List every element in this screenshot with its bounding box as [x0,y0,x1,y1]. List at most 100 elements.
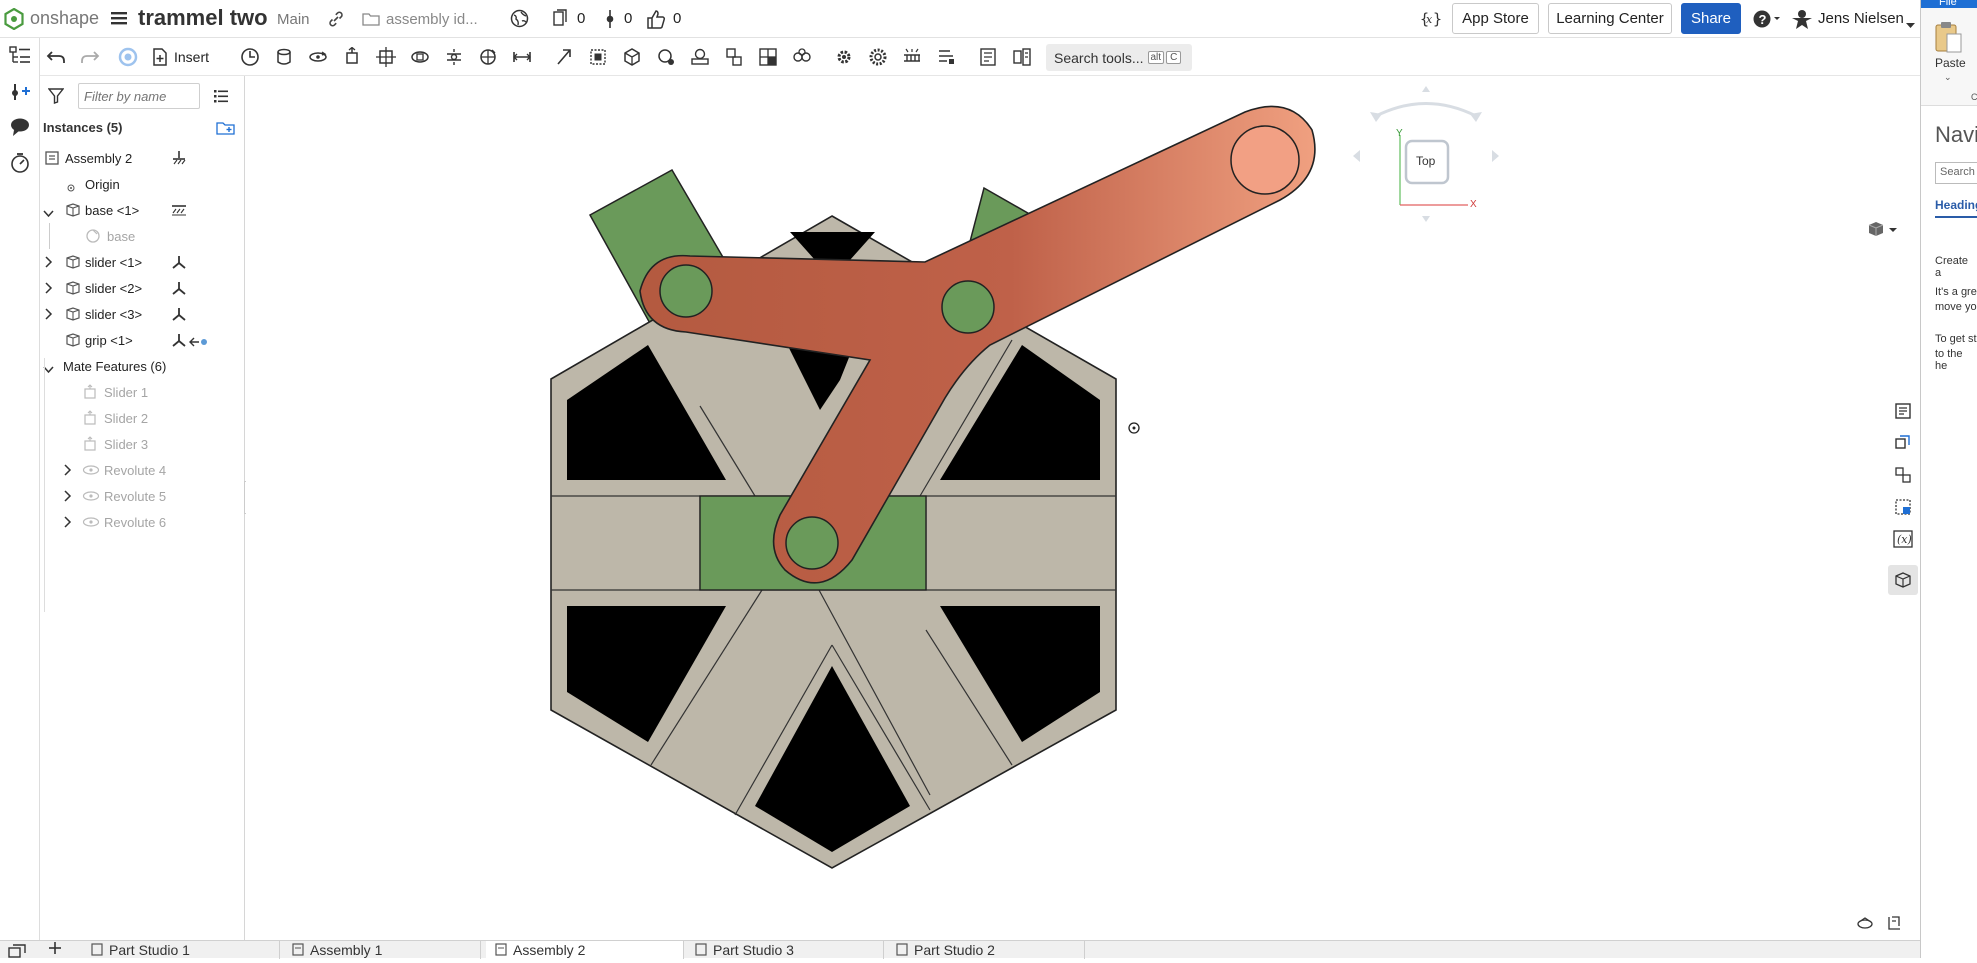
pin-center[interactable] [941,280,995,334]
undo-icon[interactable] [44,45,68,69]
named-views-icon[interactable] [1010,45,1034,69]
filter-icon[interactable] [47,88,65,109]
assembly-model[interactable] [246,76,1920,940]
measure-icon[interactable] [900,45,924,69]
tab-assembly-2[interactable]: Assembly 2 [486,941,684,959]
mate-item-revolute-5[interactable]: Revolute 5 [40,483,245,509]
tab-assembly-1[interactable]: Assembly 1 [283,941,481,959]
versions-icon[interactable] [604,9,616,34]
filter-by-name-input[interactable] [78,83,200,109]
chevron-right-icon[interactable] [64,516,72,531]
tangent-mate-icon[interactable] [552,45,576,69]
measure-units-icon[interactable] [1886,915,1902,936]
rack-pinion-icon[interactable] [688,45,712,69]
branch-label[interactable]: Main [277,11,310,28]
appearance-icon[interactable] [1888,428,1918,458]
pin-slot-mate-icon[interactable] [442,45,466,69]
chevron-right-icon[interactable] [45,282,53,297]
onshape-logo-icon[interactable] [4,7,24,35]
tree-item-base[interactable]: base <1> [40,197,245,223]
document-path[interactable]: assembly id... [386,11,478,28]
tab-part-studio-1[interactable]: Part Studio 1 [82,941,280,959]
planar-mate-icon[interactable] [374,45,398,69]
pin-upper-left[interactable] [659,264,713,318]
feature-list-icon[interactable] [9,46,31,71]
list-view-icon[interactable] [213,88,229,109]
mate-connector-icon[interactable] [620,45,644,69]
learning-center-button[interactable]: Learning Center [1548,3,1672,34]
paste-dropdown-icon[interactable]: ⌄ [1944,72,1952,83]
paste-icon[interactable] [1933,20,1963,59]
view-cube[interactable]: Top Y X [1346,86,1506,226]
document-title[interactable]: trammel two [138,5,268,31]
tab-manager-icon[interactable] [8,944,26,963]
chevron-right-icon[interactable] [64,490,72,505]
cylindrical-mate-icon[interactable] [408,45,432,69]
settings-gear-icon[interactable] [832,45,856,69]
slider-mate-icon[interactable] [340,45,364,69]
share-button[interactable]: Share [1681,3,1741,34]
pin-lower[interactable] [785,516,839,570]
file-tab[interactable]: File [1939,0,1957,8]
add-mate-icon[interactable] [9,82,31,107]
globe-icon[interactable] [510,9,529,33]
mate-values-icon[interactable] [1888,492,1918,522]
mate-item-revolute-6[interactable]: Revolute 6 [40,509,245,535]
mate-item-revolute-4[interactable]: Revolute 4 [40,457,245,483]
bom-icon[interactable] [976,45,1000,69]
variable-studio-icon[interactable]: {x} [1420,9,1442,34]
chevron-right-icon[interactable] [45,256,53,271]
search-tools-field[interactable]: Search tools... alt C [1046,44,1192,71]
fastened-mate-icon[interactable] [272,45,296,69]
tree-item-origin[interactable]: Origin [40,171,245,197]
copies-icon[interactable] [552,9,568,33]
chevron-right-icon[interactable] [45,308,53,323]
chevron-down-icon[interactable] [1906,16,1915,34]
chevron-right-icon[interactable] [64,464,72,479]
redo-icon[interactable] [78,45,102,69]
instances-header[interactable]: Instances (5) [43,120,122,135]
tree-item-assembly[interactable]: Assembly 2 [40,145,245,171]
user-name[interactable]: Jens Nielsen [1818,10,1904,27]
revolute-mate-icon[interactable] [306,45,330,69]
tab-part-studio-3[interactable]: Part Studio 3 [686,941,884,959]
linear-relation-icon[interactable] [756,45,780,69]
section-view-icon[interactable] [934,45,958,69]
ball-mate-icon[interactable] [476,45,500,69]
tab-part-studio-2[interactable]: Part Studio 2 [887,941,1085,959]
tree-item-base-part[interactable]: base [40,223,245,249]
gear-relation-icon[interactable] [654,45,678,69]
properties-icon[interactable] [1888,396,1918,426]
insert-button[interactable]: Insert [152,45,209,69]
mate-features-header[interactable]: Mate Features (6) [40,353,245,379]
feature-icon[interactable] [116,45,140,69]
grip-knob[interactable] [1230,125,1300,195]
menu-icon[interactable] [110,9,128,32]
mate-item-slider-2[interactable]: Slider 2 [40,405,245,431]
animation-icon[interactable] [9,152,31,179]
tree-item-slider-2[interactable]: slider <2> [40,275,245,301]
link-icon[interactable] [327,10,345,33]
configurations-icon[interactable] [1888,460,1918,490]
timeline-icon[interactable] [238,45,262,69]
like-icon[interactable] [645,8,667,35]
tree-item-slider-1[interactable]: slider <1> [40,249,245,275]
tree-item-grip[interactable]: grip <1> [40,327,245,353]
comments-icon[interactable] [9,117,31,142]
mate-item-slider-3[interactable]: Slider 3 [40,431,245,457]
chevron-down-icon[interactable] [43,206,54,221]
group-icon[interactable] [586,45,610,69]
headings-tab[interactable]: Heading [1935,198,1977,212]
explode-gear-icon[interactable] [866,45,890,69]
paste-label[interactable]: Paste [1935,56,1966,70]
replicate-icon[interactable] [790,45,814,69]
add-tab-icon[interactable] [48,941,62,960]
graphics-viewport[interactable]: Top Y X [246,76,1920,940]
tree-item-slider-3[interactable]: slider <3> [40,301,245,327]
view-orientation-icon[interactable] [1856,916,1874,935]
app-store-button[interactable]: App Store [1452,3,1539,34]
user-avatar-icon[interactable] [1790,8,1814,35]
parallel-mate-icon[interactable] [510,45,534,69]
navigation-search-input[interactable]: Search [1935,162,1977,184]
render-mode-icon[interactable] [1888,565,1918,595]
